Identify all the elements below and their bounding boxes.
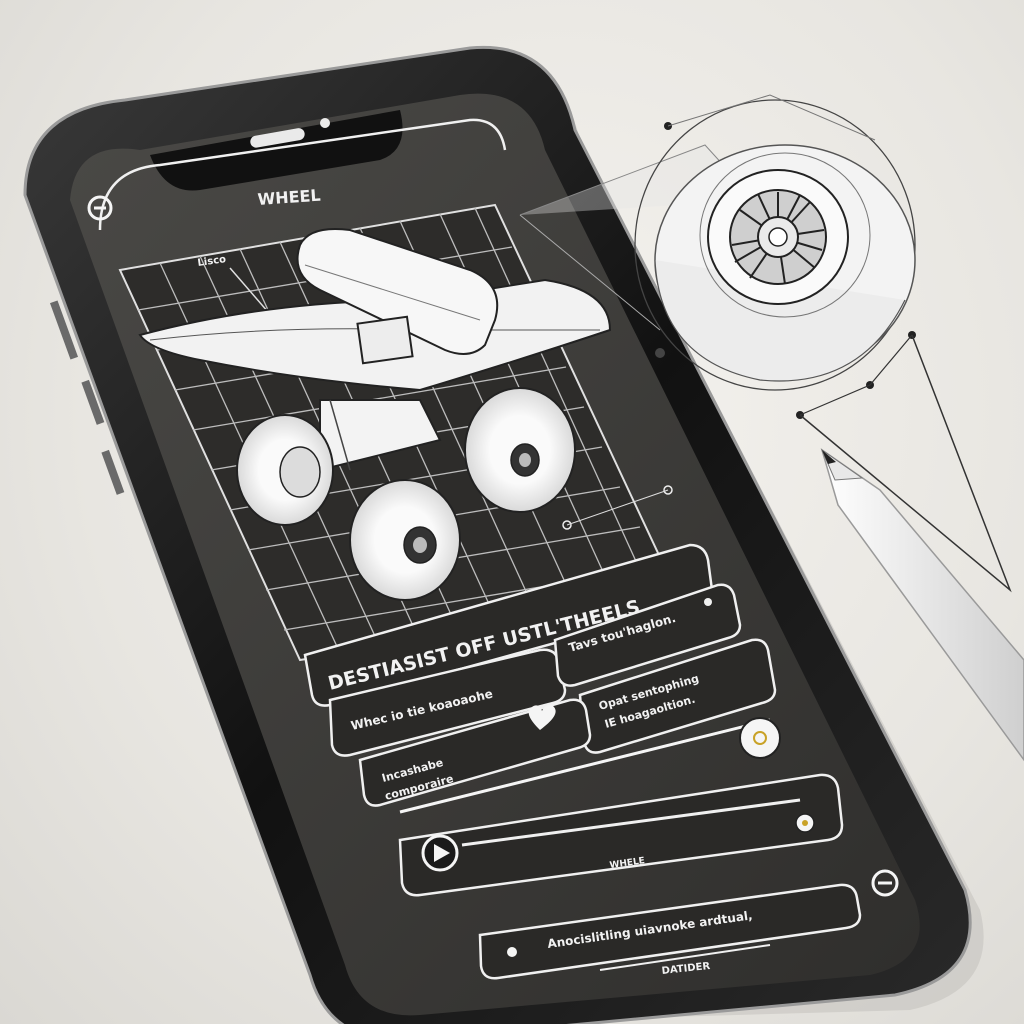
- footer-dot: [507, 947, 517, 957]
- wheel-front: [349, 479, 461, 601]
- front-camera: [320, 118, 330, 128]
- scene: WHEEL Lisco DESTIASIST OFF USTL'THEELS W…: [23, 45, 1024, 1024]
- slider-knob-icon[interactable]: [739, 717, 781, 759]
- wheel-left-back: [236, 414, 334, 526]
- wheel-right-back: [464, 387, 576, 513]
- card-2-dot: [704, 598, 712, 606]
